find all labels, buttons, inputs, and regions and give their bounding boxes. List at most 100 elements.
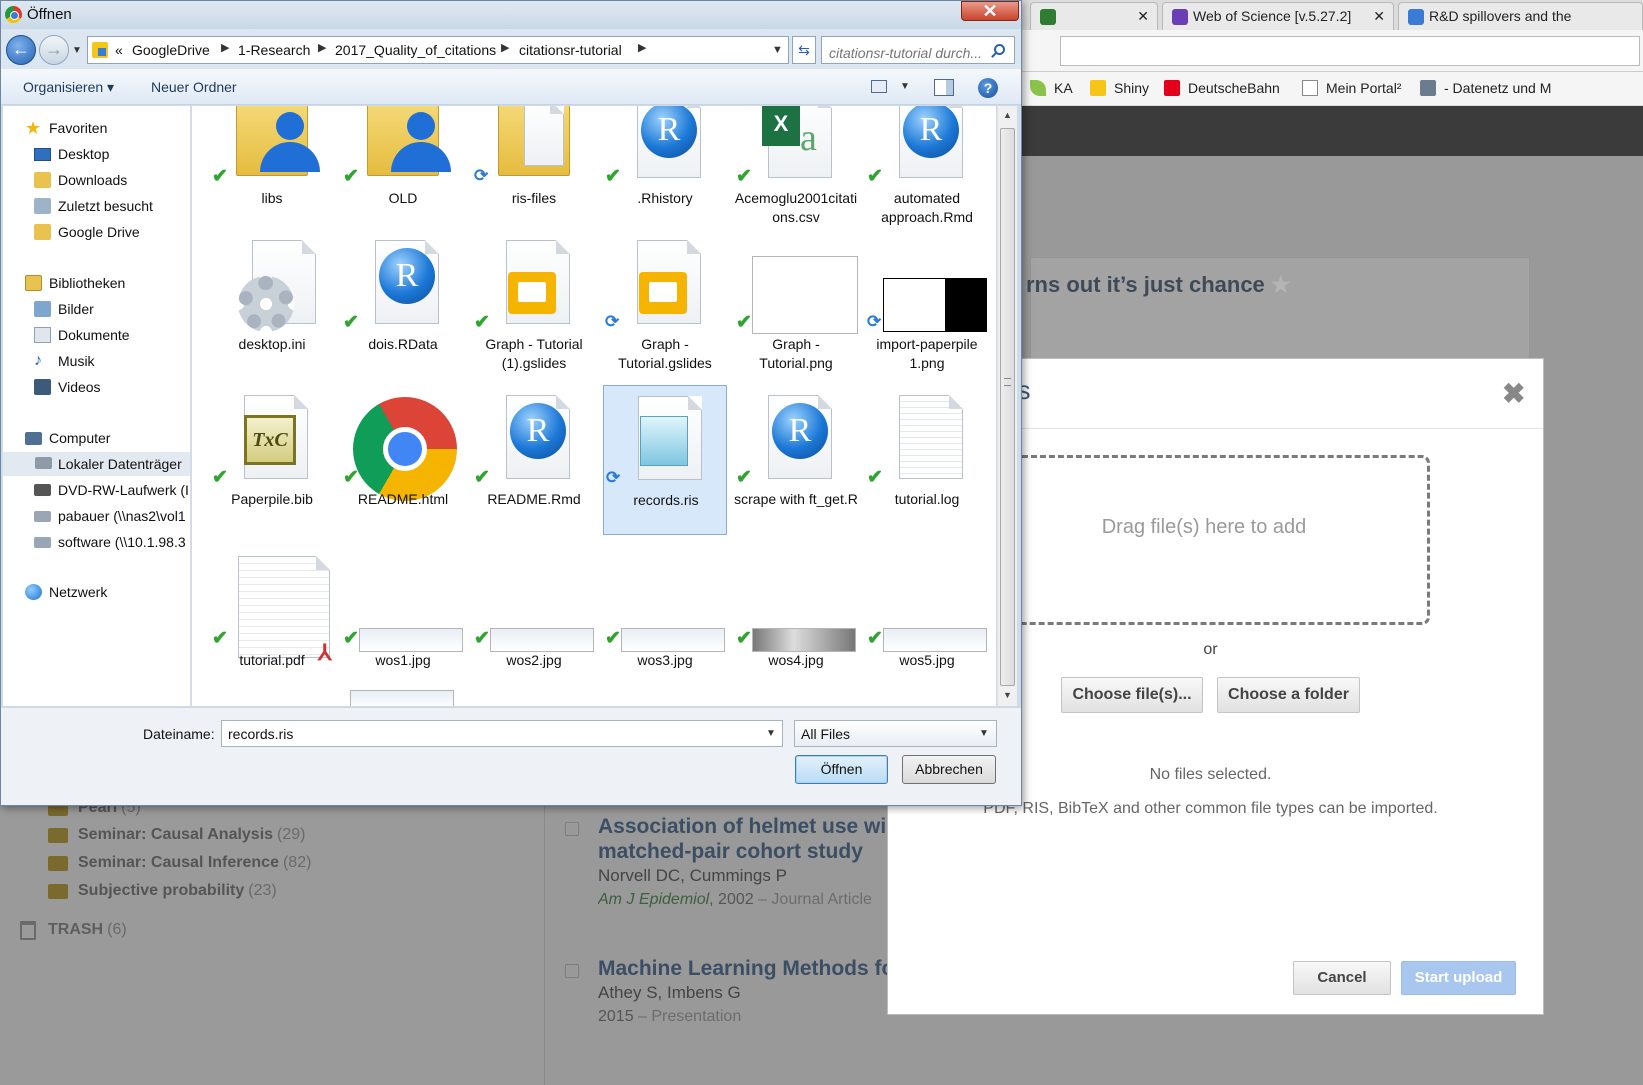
chevron-down-icon[interactable]: ▼: [772, 44, 783, 56]
new-folder-button[interactable]: Neuer Ordner: [151, 79, 237, 95]
library-item[interactable]: Machine Learning Methods fo Athey S, Imb…: [598, 956, 888, 1029]
file-item[interactable]: Xa ✔ Acemoglu2001citations.csv: [734, 106, 858, 234]
nav-network[interactable]: Netzwerk: [25, 584, 107, 600]
nav-music[interactable]: ♪ Musik: [34, 353, 95, 370]
scroll-up-icon[interactable]: ▲: [1003, 110, 1012, 120]
close-icon[interactable]: ✖: [1502, 377, 1525, 410]
scroll-down-icon[interactable]: ▼: [1003, 690, 1012, 700]
bookmark-mein-portal[interactable]: Mein Portal²: [1302, 80, 1401, 96]
file-item[interactable]: ✔ wos1.jpg: [341, 546, 465, 696]
history-dropdown-icon[interactable]: ▼: [72, 45, 82, 56]
preview-pane-icon[interactable]: [934, 79, 954, 96]
view-mode-icon[interactable]: [871, 80, 887, 93]
library-item[interactable]: Association of helmet use wi matched-pai…: [598, 814, 888, 912]
nav-documents[interactable]: Dokumente: [34, 327, 130, 343]
chevron-down-icon[interactable]: ▼: [766, 728, 776, 739]
breadcrumb-1-research[interactable]: 1-Research: [238, 42, 310, 58]
item-title[interactable]: Association of helmet use wi: [598, 814, 888, 839]
scrollbar-thumb[interactable]: [1000, 128, 1015, 686]
file-item[interactable]: R ✔ scrape with ft_get.R: [734, 385, 858, 535]
file-item-partial[interactable]: [350, 690, 454, 706]
forward-arrow-icon[interactable]: →: [39, 35, 69, 65]
nav-network-drive-software[interactable]: software (\\10.1.98.3: [34, 534, 186, 550]
nav-desktop[interactable]: Desktop: [34, 146, 109, 162]
file-item[interactable]: TxC ✔ Paperpile.bib: [210, 385, 334, 535]
file-item[interactable]: R ✔ README.Rmd: [472, 385, 596, 535]
breadcrumb-citationsr-tutorial[interactable]: citationsr-tutorial: [519, 42, 622, 58]
file-item[interactable]: ⟳ import-paperpile 1.png: [865, 230, 989, 380]
file-item[interactable]: ✔ libs: [210, 106, 334, 234]
item-title-cont[interactable]: matched-pair cohort study: [598, 839, 888, 864]
nav-network-drive-pabauer[interactable]: pabauer (\\nas2\vol1: [34, 508, 186, 524]
file-item[interactable]: ✔ wos3.jpg: [603, 546, 727, 696]
bookmark-ka[interactable]: KA: [1030, 80, 1073, 96]
file-item[interactable]: ✔ README.html: [341, 385, 465, 535]
nav-libraries[interactable]: Bibliotheken: [25, 275, 125, 291]
file-item[interactable]: ✔ wos2.jpg: [472, 546, 596, 696]
file-item[interactable]: ✔ Graph - Tutorial.png: [734, 230, 858, 380]
refresh-icon[interactable]: ⇆: [792, 36, 816, 64]
item-checkbox[interactable]: [565, 822, 579, 836]
file-item[interactable]: ⟳ ris-files: [472, 106, 596, 234]
nav-local-disk[interactable]: Lokaler Datenträger: [3, 452, 190, 476]
help-icon[interactable]: ?: [978, 78, 998, 98]
breadcrumb-2017-quality[interactable]: 2017_Quality_of_citations: [335, 42, 496, 58]
filename-input[interactable]: [221, 720, 783, 747]
file-item[interactable]: ✔ wos4.jpg: [734, 546, 858, 696]
paper-card-title[interactable]: rns out it’s just chance ★: [1026, 272, 1291, 298]
file-list-scrollbar[interactable]: ▲ ▼: [997, 106, 1017, 706]
file-drop-zone[interactable]: Drag file(s) here to add: [978, 455, 1430, 625]
address-bar[interactable]: [1060, 36, 1640, 66]
browser-tab-rd-spillovers[interactable]: R&D spillovers and the: [1398, 2, 1643, 30]
star-icon[interactable]: ★: [1271, 272, 1291, 297]
file-item[interactable]: ✔ tutorial.log: [865, 385, 989, 535]
file-item[interactable]: R ✔ dois.RData: [341, 230, 465, 380]
chevron-down-icon[interactable]: ▼: [900, 81, 910, 92]
chevron-right-icon[interactable]: ▶: [638, 41, 646, 54]
browser-tab-1[interactable]: ✕: [1030, 2, 1158, 30]
browser-tab-web-of-science[interactable]: Web of Science [v.5.27.2] ✕: [1162, 2, 1394, 30]
search-icon[interactable]: [994, 44, 1005, 55]
file-item[interactable]: desktop.ini: [210, 230, 334, 380]
cancel-button[interactable]: Abbrechen: [902, 755, 996, 784]
nav-recent[interactable]: Zuletzt besucht: [34, 198, 153, 214]
file-item[interactable]: ✔ OLD: [341, 106, 465, 234]
breadcrumb-googledrive[interactable]: GoogleDrive: [132, 42, 210, 58]
file-item[interactable]: ⟳ Graph - Tutorial.gslides: [603, 230, 727, 380]
choose-folder-button[interactable]: Choose a folder: [1217, 677, 1360, 713]
nav-google-drive[interactable]: Google Drive: [34, 224, 140, 240]
file-item[interactable]: ✔ wos5.jpg: [865, 546, 989, 696]
nav-downloads[interactable]: Downloads: [34, 172, 127, 188]
nav-favorites[interactable]: ★ Favoriten: [25, 119, 107, 137]
nav-videos[interactable]: Videos: [34, 379, 101, 395]
choose-files-button[interactable]: Choose file(s)...: [1061, 677, 1203, 713]
item-title[interactable]: Machine Learning Methods fo: [598, 956, 888, 981]
file-item[interactable]: R ✔ .Rhistory: [603, 106, 727, 234]
chevron-right-icon[interactable]: ▶: [318, 41, 326, 54]
organize-menu[interactable]: Organisieren ▾: [23, 79, 114, 96]
item-checkbox[interactable]: [565, 964, 579, 978]
file-item[interactable]: ⅄ ✔ tutorial.pdf: [210, 546, 334, 696]
breadcrumb[interactable]: « GoogleDrive ▶ 1-Research ▶ 2017_Qualit…: [87, 36, 789, 64]
tab-close-icon[interactable]: ✕: [1137, 8, 1149, 25]
file-item[interactable]: ⟳ records.ris: [603, 385, 727, 535]
breadcrumb-overflow[interactable]: «: [115, 42, 123, 58]
open-button[interactable]: Öffnen: [795, 755, 888, 784]
chevron-right-icon[interactable]: ▶: [501, 41, 509, 54]
file-item[interactable]: ✔ Graph - Tutorial (1).gslides: [472, 230, 596, 380]
nav-pictures[interactable]: Bilder: [34, 301, 94, 317]
tab-close-icon[interactable]: ✕: [1373, 8, 1385, 25]
file-item[interactable]: R ✔ automated approach.Rmd: [865, 106, 989, 234]
chevron-down-icon[interactable]: ▼: [979, 728, 989, 739]
chevron-right-icon[interactable]: ▶: [221, 41, 229, 54]
nav-computer[interactable]: Computer: [25, 430, 110, 446]
folder-subjective-probability[interactable]: Subjective probability (23): [48, 882, 277, 900]
folder-causal-analysis[interactable]: Seminar: Causal Analysis (29): [48, 826, 306, 844]
back-arrow-icon[interactable]: ←: [6, 35, 36, 65]
nav-dvd-drive[interactable]: DVD-RW-Laufwerk (I: [34, 482, 189, 498]
folder-causal-inference[interactable]: Seminar: Causal Inference (82): [48, 854, 311, 872]
trash-folder[interactable]: TRASH (6): [20, 921, 127, 940]
bookmark-datenetz[interactable]: - Datenetz und M: [1420, 80, 1551, 96]
bookmark-deutschebahn[interactable]: DeutscheBahn: [1164, 80, 1280, 96]
cancel-button[interactable]: Cancel: [1293, 961, 1391, 995]
